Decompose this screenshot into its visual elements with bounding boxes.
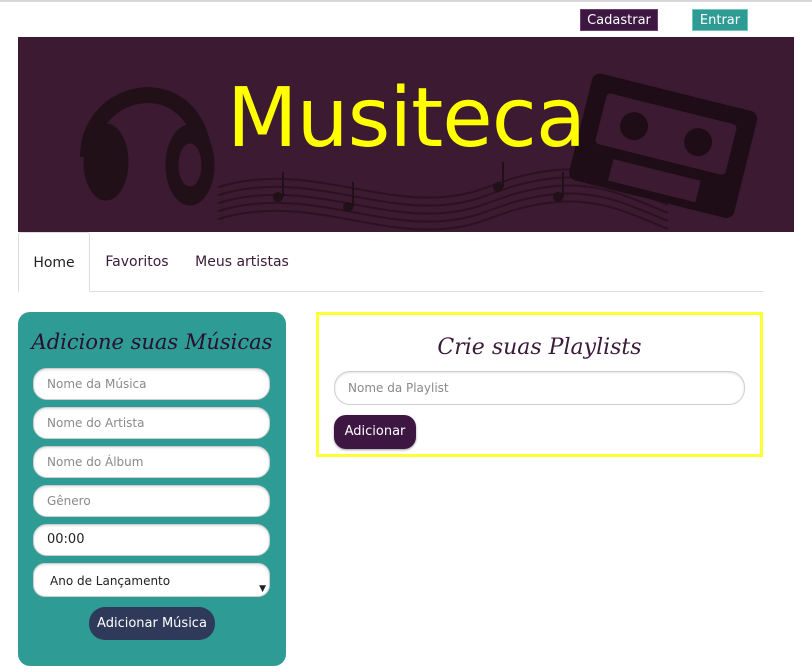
create-playlist-panel: Crie suas Playlists Nome da Playlist Adi… [316,312,763,457]
add-music-title: Adicione suas Músicas [31,330,273,354]
create-playlist-title: Crie suas Playlists [437,335,642,360]
chevron-down-icon: ▼ [259,584,266,594]
hero-banner: Musiteca [18,37,794,232]
album-name-input[interactable]: Nome do Álbum [33,446,270,478]
login-button[interactable]: Entrar [692,9,748,31]
nav-tabs: Home Favoritos Meus artistas [18,232,763,292]
release-year-select[interactable]: Ano de Lançamento ▼ [33,563,270,597]
brand-logo: Musiteca [226,71,586,166]
tab-home[interactable]: Home [18,232,90,292]
artist-name-input[interactable]: Nome do Artista [33,407,270,439]
add-music-panel: Adicione suas Músicas Nome da Música Nom… [18,312,286,666]
song-name-input[interactable]: Nome da Música [33,368,270,400]
release-year-value: Ano de Lançamento [50,574,171,588]
genre-input[interactable]: Gênero [33,485,270,517]
add-music-button[interactable]: Adicionar Música [89,607,215,640]
tab-favoritos[interactable]: Favoritos [98,232,176,292]
register-button[interactable]: Cadastrar [580,9,658,31]
tab-meus-artistas[interactable]: Meus artistas [194,232,290,292]
duration-input[interactable]: 00:00 [33,524,270,556]
add-playlist-button[interactable]: Adicionar [334,415,416,449]
top-divider [0,0,812,2]
playlist-name-input[interactable]: Nome da Playlist [334,371,745,405]
